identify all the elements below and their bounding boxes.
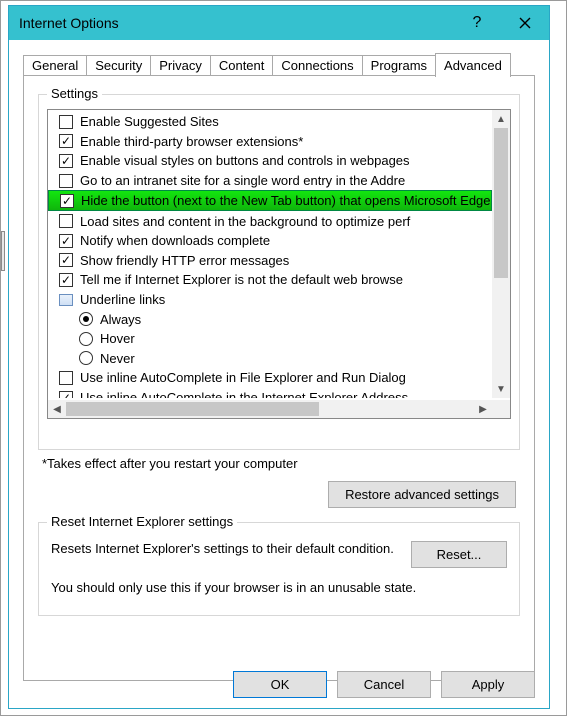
setting-item[interactable]: Always <box>48 309 492 329</box>
scroll-right-icon[interactable]: ▶ <box>474 404 492 415</box>
checkbox-icon[interactable] <box>59 391 73 398</box>
setting-label: Enable visual styles on buttons and cont… <box>80 153 410 168</box>
setting-item[interactable]: Hover <box>48 329 492 349</box>
setting-label: Underline links <box>80 292 165 307</box>
setting-label: Never <box>100 351 135 366</box>
setting-item[interactable]: Enable third-party browser extensions* <box>48 132 492 152</box>
tab-security[interactable]: Security <box>86 55 151 76</box>
scroll-up-icon[interactable]: ▲ <box>492 110 510 128</box>
setting-item-highlighted[interactable]: Hide the button (next to the New Tab but… <box>48 190 492 211</box>
setting-item[interactable]: Notify when downloads complete <box>48 231 492 251</box>
scroll-thumb[interactable] <box>66 402 319 416</box>
setting-label: Tell me if Internet Explorer is not the … <box>80 272 403 287</box>
scroll-thumb[interactable] <box>494 128 508 278</box>
close-button[interactable] <box>501 6 549 40</box>
vertical-scrollbar[interactable]: ▲ ▼ <box>492 110 510 398</box>
setting-group-header: Underline links <box>48 290 492 310</box>
ok-button[interactable]: OK <box>233 671 327 698</box>
window-title: Internet Options <box>19 15 453 31</box>
setting-item[interactable]: Use inline AutoComplete in File Explorer… <box>48 368 492 388</box>
tab-privacy[interactable]: Privacy <box>150 55 211 76</box>
tab-bar: General Security Privacy Content Connect… <box>23 50 535 76</box>
setting-label: Hide the button (next to the New Tab but… <box>81 193 491 208</box>
checkbox-icon[interactable] <box>59 154 73 168</box>
checkbox-icon[interactable] <box>59 234 73 248</box>
checkbox-icon[interactable] <box>59 253 73 267</box>
decorative-stub <box>1 231 5 271</box>
setting-label: Always <box>100 312 141 327</box>
dialog-button-bar: OK Cancel Apply <box>233 671 535 698</box>
setting-item[interactable]: Show friendly HTTP error messages <box>48 251 492 271</box>
internet-options-dialog: Internet Options ? General Security Priv… <box>8 5 550 709</box>
tab-programs[interactable]: Programs <box>362 55 436 76</box>
reset-description: Resets Internet Explorer's settings to t… <box>51 541 397 568</box>
setting-item[interactable]: Use inline AutoComplete in the Internet … <box>48 388 492 398</box>
reset-group-label: Reset Internet Explorer settings <box>47 514 237 529</box>
setting-item[interactable]: Enable Suggested Sites <box>48 112 492 132</box>
checkbox-icon[interactable] <box>59 134 73 148</box>
radio-icon[interactable] <box>79 351 93 365</box>
scroll-down-icon[interactable]: ▼ <box>492 380 510 398</box>
settings-group-label: Settings <box>47 86 102 101</box>
setting-label: Enable third-party browser extensions* <box>80 134 303 149</box>
checkbox-icon[interactable] <box>59 214 73 228</box>
setting-item[interactable]: Go to an intranet site for a single word… <box>48 171 492 191</box>
checkbox-icon[interactable] <box>60 194 74 208</box>
setting-label: Use inline AutoComplete in the Internet … <box>80 390 408 398</box>
group-header-icon <box>59 294 73 306</box>
checkbox-icon[interactable] <box>59 174 73 188</box>
help-button[interactable]: ? <box>453 6 501 40</box>
setting-item[interactable]: Tell me if Internet Explorer is not the … <box>48 270 492 290</box>
setting-item[interactable]: Enable visual styles on buttons and cont… <box>48 151 492 171</box>
setting-label: Use inline AutoComplete in File Explorer… <box>80 370 406 385</box>
tab-general[interactable]: General <box>23 55 87 76</box>
advanced-page: Settings Enable Suggested Sites Enable t… <box>23 75 535 681</box>
setting-label: Notify when downloads complete <box>80 233 270 248</box>
horizontal-scrollbar[interactable]: ◀ ▶ <box>48 400 492 418</box>
help-icon: ? <box>473 14 482 32</box>
reset-group: Reset Internet Explorer settings Resets … <box>38 522 520 616</box>
titlebar[interactable]: Internet Options ? <box>9 6 549 40</box>
setting-label: Enable Suggested Sites <box>80 114 219 129</box>
setting-label: Load sites and content in the background… <box>80 214 410 229</box>
cancel-button[interactable]: Cancel <box>337 671 431 698</box>
restore-advanced-button[interactable]: Restore advanced settings <box>328 481 516 508</box>
tab-advanced[interactable]: Advanced <box>435 53 511 77</box>
apply-button[interactable]: Apply <box>441 671 535 698</box>
scroll-corner <box>492 400 510 418</box>
setting-item[interactable]: Never <box>48 349 492 369</box>
tab-connections[interactable]: Connections <box>272 55 362 76</box>
tab-content[interactable]: Content <box>210 55 274 76</box>
radio-icon[interactable] <box>79 332 93 346</box>
settings-group: Settings Enable Suggested Sites Enable t… <box>38 94 520 450</box>
restart-note: *Takes effect after you restart your com… <box>42 456 516 471</box>
reset-button[interactable]: Reset... <box>411 541 507 568</box>
settings-tree[interactable]: Enable Suggested Sites Enable third-part… <box>47 109 511 419</box>
setting-label: Go to an intranet site for a single word… <box>80 173 405 188</box>
checkbox-icon[interactable] <box>59 371 73 385</box>
checkbox-icon[interactable] <box>59 115 73 129</box>
close-icon <box>519 17 531 29</box>
checkbox-icon[interactable] <box>59 273 73 287</box>
setting-label: Hover <box>100 331 135 346</box>
scroll-left-icon[interactable]: ◀ <box>48 404 66 415</box>
reset-warning: You should only use this if your browser… <box>51 580 507 595</box>
setting-label: Show friendly HTTP error messages <box>80 253 289 268</box>
radio-icon[interactable] <box>79 312 93 326</box>
setting-item[interactable]: Load sites and content in the background… <box>48 211 492 231</box>
